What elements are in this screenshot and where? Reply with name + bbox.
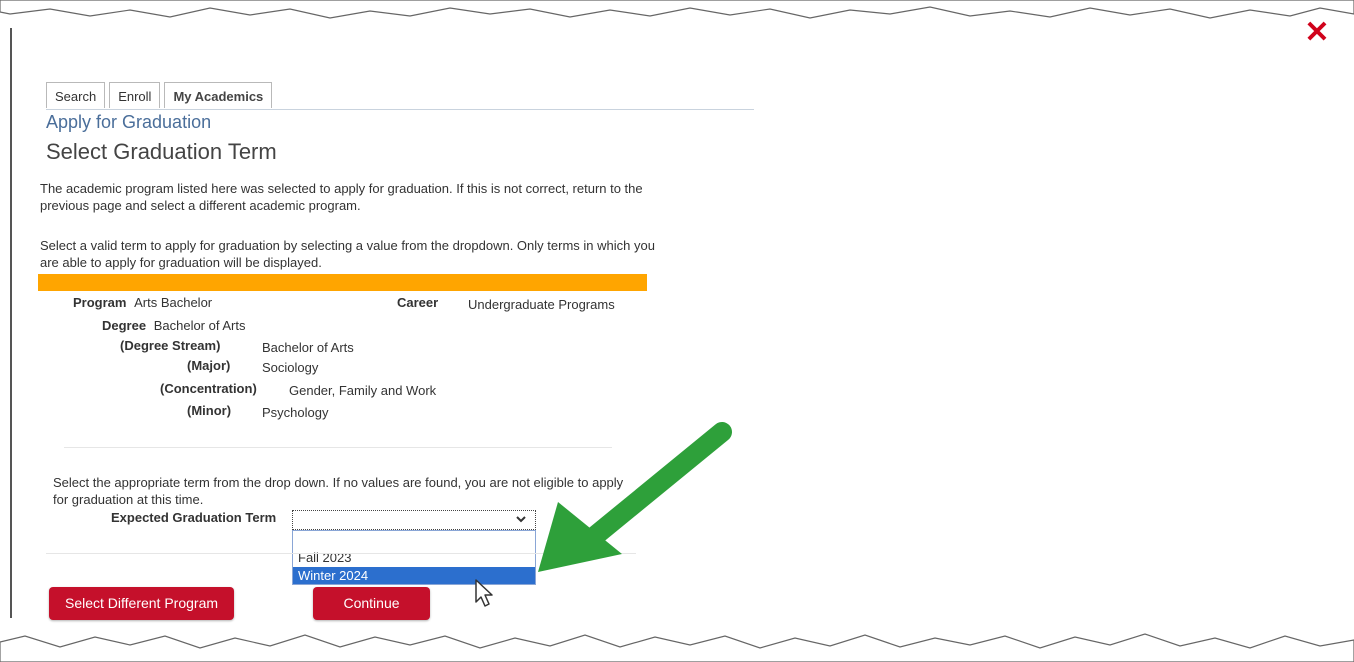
term-option-blank[interactable] [293, 531, 535, 548]
intro-text-2: Select a valid term to apply for graduat… [40, 238, 655, 270]
program-label: Program [73, 295, 127, 310]
graduation-term-select[interactable] [292, 510, 536, 530]
section-header-bar [38, 274, 647, 291]
career-label: Career [397, 295, 439, 310]
term-option-fall-2023[interactable]: Fall 2023 [293, 549, 535, 566]
minor-label: (Minor) [187, 403, 232, 418]
term-select-label: Expected Graduation Term [111, 510, 277, 525]
career-value: Undergraduate Programs [468, 297, 615, 312]
degree-value: Bachelor of Arts [153, 318, 246, 333]
major-value: Sociology [262, 360, 319, 375]
major-label: (Major) [187, 358, 231, 373]
pointer-arrow-annotation [538, 422, 732, 572]
intro-text-1: The academic program listed here was sel… [40, 181, 643, 213]
degree-row: Degree Bachelor of Arts [102, 318, 245, 333]
concentration-value: Gender, Family and Work [289, 383, 437, 398]
select-different-program-button[interactable]: Select Different Program [49, 587, 234, 620]
mouse-cursor-icon [475, 579, 493, 607]
stream-value: Bachelor of Arts [262, 340, 354, 355]
chevron-down-icon [515, 512, 527, 529]
tab-search[interactable]: Search [46, 82, 106, 108]
breadcrumb: Apply for Graduation [46, 112, 212, 132]
torn-edge-top [0, 0, 1354, 19]
tab-bar: Search Enroll My Academics [46, 82, 276, 108]
minor-value: Psychology [262, 405, 329, 420]
tab-my-academics[interactable]: My Academics [164, 82, 273, 108]
concentration-label: (Concentration) [160, 381, 257, 396]
tab-underline [46, 109, 754, 110]
term-dropdown-list: Fall 2023 Winter 2024 [292, 530, 536, 585]
stream-label: (Degree Stream) [120, 338, 221, 353]
degree-label: Degree [102, 318, 147, 333]
tab-enroll[interactable]: Enroll [109, 82, 161, 108]
panel-left-edge [10, 28, 12, 618]
page-title: Select Graduation Term [46, 139, 277, 164]
program-row: Program Arts Bachelor [73, 295, 212, 310]
continue-button[interactable]: Continue [313, 587, 430, 620]
close-icon[interactable]: ✕ [1302, 18, 1332, 48]
program-value: Arts Bachelor [134, 295, 213, 310]
